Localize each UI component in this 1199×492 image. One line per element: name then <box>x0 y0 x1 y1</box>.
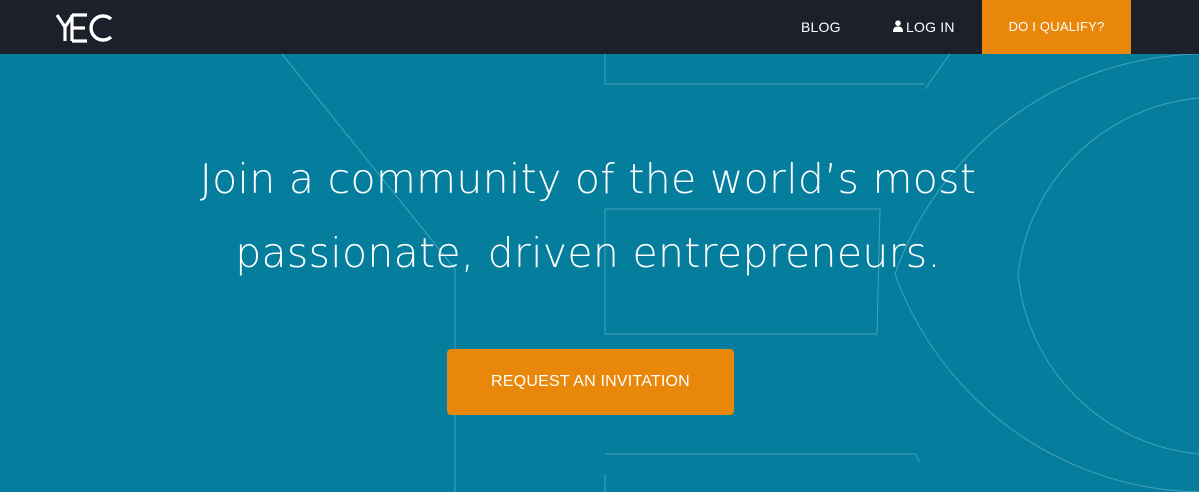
hero-headline-line-1: Join a community of the world’s most <box>199 155 977 203</box>
hero-headline: Join a community of the world’s most pas… <box>0 142 1176 290</box>
top-navigation-bar: BLOG LOG IN DO I QUALIFY? <box>0 0 1199 54</box>
page: BLOG LOG IN DO I QUALIFY? Join a communi… <box>0 0 1199 492</box>
hero-headline-line-2: passionate, driven entrepreneurs. <box>235 229 941 277</box>
request-invitation-button[interactable]: REQUEST AN INVITATION <box>447 349 734 415</box>
logo-icon <box>55 13 113 43</box>
do-i-qualify-button[interactable]: DO I QUALIFY? <box>982 0 1131 54</box>
nav-login-link[interactable]: LOG IN <box>893 0 955 54</box>
yec-logo[interactable] <box>55 13 115 43</box>
user-icon <box>893 0 903 54</box>
nav-login-label: LOG IN <box>906 19 955 35</box>
nav-blog-link[interactable]: BLOG <box>801 0 841 54</box>
